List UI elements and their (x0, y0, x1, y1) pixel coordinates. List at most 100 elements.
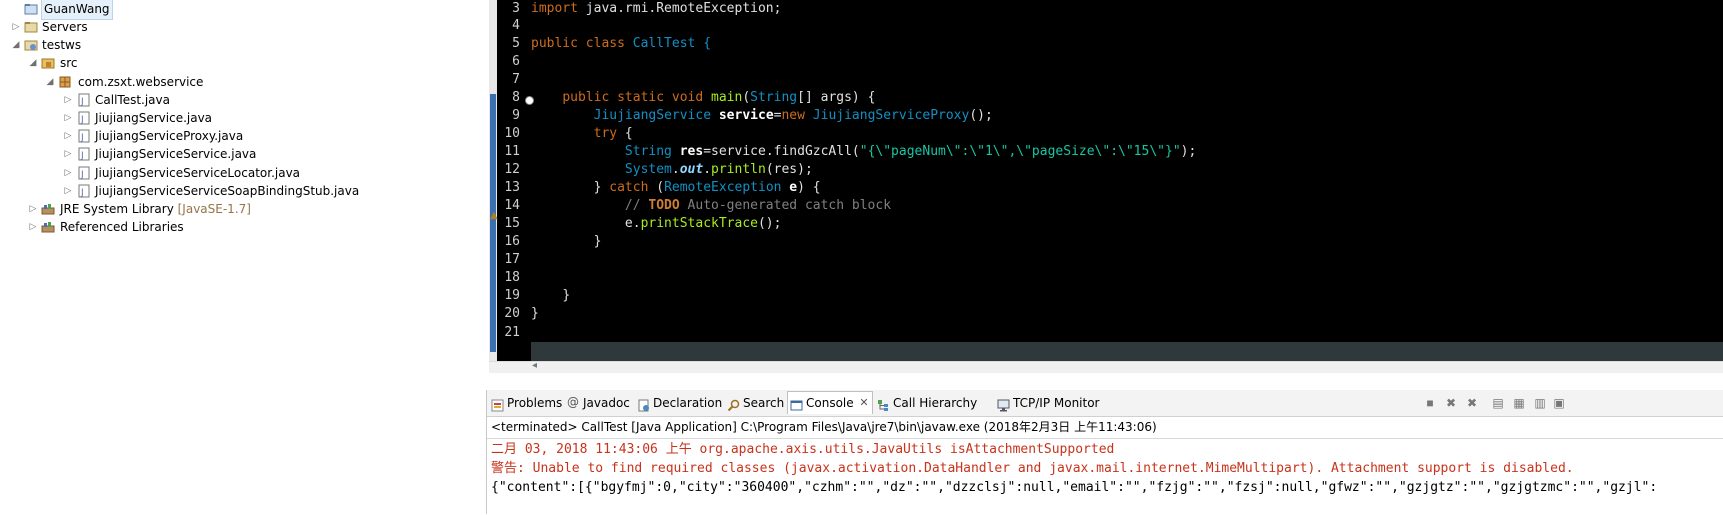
token: ) { (797, 180, 821, 195)
tab-label: Search (743, 396, 785, 410)
code-line-9: JiujiangService service=new JiujiangServ… (531, 106, 993, 125)
line-number: 10 (504, 126, 520, 141)
tab-tcpip-monitor[interactable]: TCP/IP Monitor (995, 392, 1100, 414)
word-wrap-icon[interactable]: ▥ (1532, 395, 1548, 411)
clear-console-icon[interactable]: ▤ (1490, 395, 1506, 411)
token: "{\"pageNum\":\"1\",\"pageSize\":\"15\"}… (859, 144, 1181, 159)
expand-arrow-icon[interactable]: ▷ (62, 126, 74, 146)
token: } (531, 306, 539, 321)
expand-arrow-icon[interactable]: ▷ (27, 217, 39, 237)
editor-horizontal-scrollbar[interactable]: ◂ (489, 360, 1723, 373)
collapse-arrow-icon[interactable]: ◢ (10, 35, 22, 55)
console-line: {"content":[{"bgyfmj":0,"city":"360400",… (491, 480, 1658, 495)
tree-item-label: JiujiangServiceService.java (95, 147, 257, 161)
token: } (562, 288, 571, 303)
tab-call-hierarchy[interactable]: Call Hierarchy (875, 392, 977, 414)
token: java.rmi.RemoteException; (577, 1, 782, 16)
search-icon (727, 397, 740, 412)
java-file-icon: J (77, 129, 91, 143)
library-name: JRE System Library (60, 202, 174, 216)
code-line-8: public static void main(String[] args) { (531, 88, 875, 107)
svg-text:J: J (80, 188, 84, 198)
code-line-10: try { (531, 124, 633, 143)
token: public static void (562, 90, 704, 105)
line-number: 8 (512, 90, 520, 105)
tab-label: Javadoc (583, 396, 630, 410)
editor-overview-gutter (489, 0, 497, 372)
token: try (593, 126, 618, 141)
token: println (711, 162, 766, 177)
tree-item-label: com.zsxt.webservice (78, 75, 204, 89)
line-number: 18 (504, 270, 520, 285)
token: ); (1180, 144, 1197, 159)
scroll-lock-icon[interactable]: ▦ (1511, 395, 1527, 411)
tab-declaration[interactable]: Declaration (635, 392, 722, 414)
code-line-19: } (531, 286, 570, 305)
token: catch (609, 180, 649, 195)
javadoc-icon: @ (567, 395, 579, 409)
console-output[interactable]: 二月 03, 2018 11:43:06 上午 org.apache.axis.… (487, 438, 1723, 515)
token: import (531, 1, 578, 16)
package-explorer: GuanWang ▷ Servers ◢ testws ◢ src ◢ com.… (0, 0, 486, 514)
collapse-arrow-icon[interactable]: ◢ (27, 53, 39, 73)
line-number: 6 (512, 54, 520, 69)
code-line-12: System.out.println(res); (531, 160, 813, 179)
tab-label: Declaration (653, 396, 723, 410)
remove-all-terminated-icon[interactable]: ✖ (1464, 395, 1480, 411)
todo-task-marker-icon[interactable]: ▲ (490, 210, 498, 222)
tab-javadoc[interactable]: @ Javadoc (565, 392, 630, 414)
call-hierarchy-icon (877, 397, 890, 411)
remove-launch-icon[interactable]: ✖ (1443, 395, 1459, 411)
collapse-arrow-icon[interactable]: ◢ (44, 72, 56, 92)
code-editor[interactable]: 3 4 5 6 7 8 9 10 11 12 13 14 15 16 17 18… (489, 0, 1723, 372)
display-selected-console-icon[interactable]: ▣ (1551, 395, 1567, 411)
token: RemoteException (664, 180, 782, 195)
java-file-icon: J (77, 147, 91, 161)
expand-arrow-icon[interactable]: ▷ (62, 108, 74, 128)
expand-arrow-icon[interactable]: ▷ (62, 90, 74, 110)
monitor-icon (997, 397, 1010, 412)
close-icon[interactable]: ✕ (859, 392, 868, 414)
todo-marker: TODO (648, 198, 680, 213)
tab-search[interactable]: Search (725, 392, 784, 414)
token: public class (531, 36, 625, 51)
expand-arrow-icon[interactable]: ▷ (27, 199, 39, 219)
java-file-icon: J (77, 166, 91, 180)
expand-arrow-icon[interactable]: ▷ (10, 17, 22, 37)
token: // (624, 198, 649, 213)
token: System (624, 162, 672, 177)
library-icon (41, 220, 55, 234)
line-number: 21 (504, 325, 520, 340)
token: (res); (765, 162, 813, 177)
view-tab-bar: Problems @ Javadoc Declaration Search Co… (487, 390, 1723, 417)
library-version-decoration: [JavaSE-1.7] (177, 202, 251, 216)
token: [] args) { (797, 90, 876, 105)
console-line: 警告: Unable to find required classes (jav… (491, 461, 1574, 476)
java-file-icon: J (77, 111, 91, 125)
line-number: 12 (504, 162, 520, 177)
line-number: 5 (512, 36, 520, 51)
tree-item-label: JRE System Library [JavaSE-1.7] (60, 199, 251, 219)
svg-text:J: J (80, 115, 84, 125)
token: e. (624, 216, 641, 231)
tab-problems[interactable]: Problems (489, 392, 562, 414)
line-number: 4 (512, 18, 520, 33)
expand-arrow-icon[interactable]: ▷ (62, 163, 74, 183)
terminate-icon[interactable]: ■ (1422, 395, 1438, 411)
scroll-left-icon[interactable]: ◂ (532, 360, 537, 371)
line-number: 11 (504, 144, 520, 159)
tree-item-label: testws (42, 38, 82, 52)
code-line-15: e.printStackTrace(); (531, 214, 782, 233)
line-number: 20 (504, 306, 520, 321)
expand-arrow-icon[interactable]: ▷ (62, 144, 74, 164)
token: out (679, 162, 704, 177)
expand-arrow-icon[interactable]: ▷ (62, 181, 74, 201)
tab-console[interactable]: Console ✕ (787, 391, 873, 414)
token: String (624, 144, 672, 159)
token: ( (648, 180, 665, 195)
java-file-icon: J (77, 93, 91, 107)
tree-item-label: CallTest.java (95, 93, 170, 107)
quick-diff-bar (490, 94, 496, 352)
code-text-area[interactable]: import java.rmi.RemoteException; public … (531, 0, 1723, 360)
line-number: 19 (504, 288, 520, 303)
